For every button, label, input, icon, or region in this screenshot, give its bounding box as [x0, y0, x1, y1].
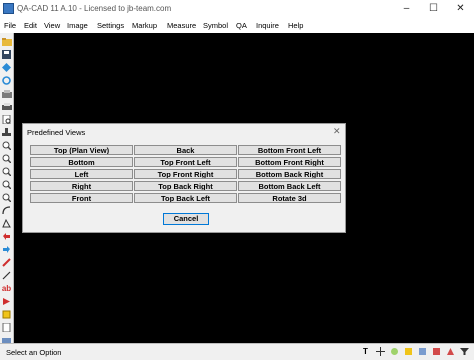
print-icon[interactable]	[1, 101, 12, 112]
zoom-icon[interactable]	[1, 140, 12, 151]
view-back-button[interactable]: Back	[134, 145, 237, 155]
view-bottom-button[interactable]: Bottom	[30, 157, 133, 167]
save-icon[interactable]	[1, 49, 12, 60]
arrow-icon[interactable]	[1, 296, 12, 307]
shape-icon[interactable]	[1, 218, 12, 229]
view-bottom-back-right-button[interactable]: Bottom Back Right	[238, 169, 341, 179]
menu-help[interactable]: Help	[288, 21, 303, 30]
view-left-button[interactable]: Left	[30, 169, 133, 179]
cancel-button[interactable]: Cancel	[163, 213, 209, 225]
menu-settings[interactable]: Settings	[97, 21, 124, 30]
menu-markup[interactable]: Markup	[132, 21, 157, 30]
rotate-icon[interactable]	[1, 205, 12, 216]
left-toolbar: ab	[0, 33, 14, 344]
view-bottom-front-right-button[interactable]: Bottom Front Right	[238, 157, 341, 167]
redo-icon[interactable]	[1, 244, 12, 255]
menu-symbol[interactable]: Symbol	[203, 21, 228, 30]
menu-inquire[interactable]: Inquire	[256, 21, 279, 30]
stamp-icon[interactable]	[1, 127, 12, 138]
view-top-front-left-button[interactable]: Top Front Left	[134, 157, 237, 167]
zoom-out-icon[interactable]	[1, 166, 12, 177]
menu-measure[interactable]: Measure	[167, 21, 196, 30]
view-right-button[interactable]: Right	[30, 181, 133, 191]
view-front-button[interactable]: Front	[30, 193, 133, 203]
app-logo-icon	[3, 3, 14, 14]
menu-edit[interactable]: Edit	[24, 21, 37, 30]
markup-color-icon[interactable]	[431, 346, 442, 357]
zoom-window-icon[interactable]	[1, 179, 12, 190]
predefined-views-dialog: Predefined Views ✕ Top (Plan View) Back …	[22, 123, 346, 233]
menu-view[interactable]: View	[44, 21, 60, 30]
view-top-back-left-button[interactable]: Top Back Left	[134, 193, 237, 203]
status-message: Select an Option	[6, 348, 62, 357]
line-icon[interactable]	[1, 270, 12, 281]
ortho-icon[interactable]	[389, 346, 400, 357]
layer-icon[interactable]	[417, 346, 428, 357]
menu-qa[interactable]: QA	[236, 21, 247, 30]
pan-icon[interactable]	[1, 62, 12, 73]
snap-icon[interactable]	[403, 346, 414, 357]
filter-icon[interactable]	[459, 346, 470, 357]
view-top-front-right-button[interactable]: Top Front Right	[134, 169, 237, 179]
fill-icon[interactable]	[445, 346, 456, 357]
menu-bar: File Edit View Image Settings Markup Mea…	[0, 19, 474, 33]
dialog-title: Predefined Views	[27, 128, 86, 137]
zoom-in-icon[interactable]	[1, 153, 12, 164]
scan-icon[interactable]	[1, 88, 12, 99]
text-ab-icon[interactable]: ab	[1, 283, 12, 294]
open-folder-icon[interactable]	[1, 36, 12, 47]
marker-icon[interactable]	[1, 309, 12, 320]
undo-icon[interactable]	[1, 231, 12, 242]
view-rotate-3d-button[interactable]: Rotate 3d	[238, 193, 341, 203]
view-top-plan-button[interactable]: Top (Plan View)	[30, 145, 133, 155]
close-window-button[interactable]: ✕	[447, 0, 474, 19]
view-bottom-front-left-button[interactable]: Bottom Front Left	[238, 145, 341, 155]
maximize-button[interactable]: ☐	[420, 0, 447, 19]
qa-cad-window: QA-CAD 11 A.10 - Licensed to jb-team.com…	[0, 0, 474, 360]
view-bottom-back-left-button[interactable]: Bottom Back Left	[238, 181, 341, 191]
text-tool-icon[interactable]: T	[360, 346, 371, 357]
view-top-back-right-button[interactable]: Top Back Right	[134, 181, 237, 191]
dialog-close-button[interactable]: ✕	[333, 126, 341, 137]
zoom-fit-icon[interactable]	[1, 192, 12, 203]
minimize-button[interactable]: –	[393, 0, 420, 19]
title-bar: QA-CAD 11 A.10 - Licensed to jb-team.com…	[0, 0, 474, 19]
menu-file[interactable]: File	[4, 21, 16, 30]
print-preview-icon[interactable]	[1, 114, 12, 125]
window-title: QA-CAD 11 A.10 - Licensed to jb-team.com	[17, 4, 172, 13]
status-bar: Select an Option T	[0, 343, 474, 360]
menu-image[interactable]: Image	[67, 21, 88, 30]
crosshair-icon[interactable]	[375, 346, 386, 357]
pencil-icon[interactable]	[1, 257, 12, 268]
note-icon[interactable]	[1, 322, 12, 333]
refresh-icon[interactable]	[1, 75, 12, 86]
